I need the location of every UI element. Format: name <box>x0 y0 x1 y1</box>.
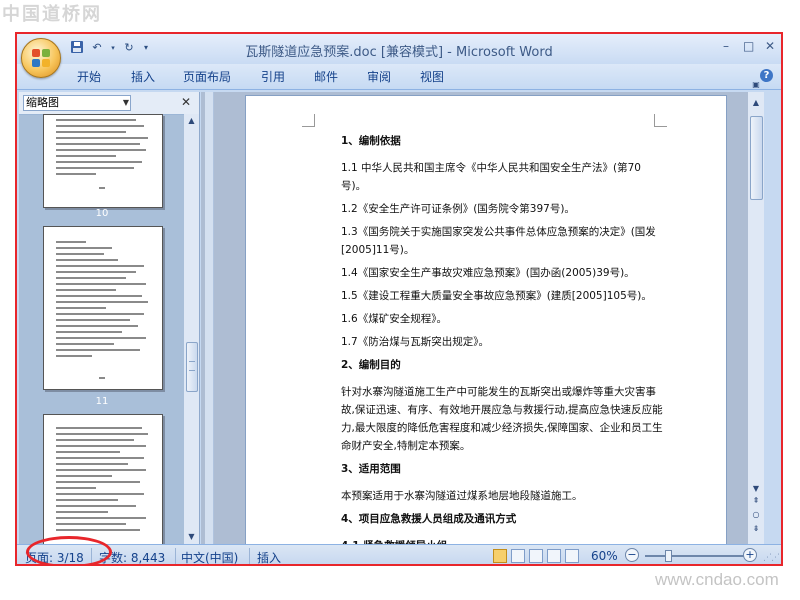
previous-page-icon[interactable]: ⇞ <box>748 496 764 505</box>
office-button[interactable] <box>21 38 61 78</box>
thumbnail-scrollbar[interactable]: ▲ ▼ <box>184 114 199 544</box>
scrollbar-thumb[interactable] <box>750 116 763 200</box>
watermark-top: 中国道桥网 <box>2 4 102 25</box>
nav-pane-title: 缩略图 <box>26 96 59 109</box>
scrollbar-thumb[interactable] <box>186 342 198 392</box>
office-logo-icon <box>32 49 50 67</box>
browse-object-icon[interactable]: ○ <box>748 510 764 519</box>
document-paragraph[interactable]: 1.4《国家安全生产事故灾难应急预案》(国办函(2005)39号)。 <box>341 264 663 282</box>
close-pane-icon[interactable]: ✕ <box>181 95 191 109</box>
thumbnail-page-11[interactable] <box>43 226 163 390</box>
maximize-icon[interactable]: □ <box>743 39 754 53</box>
nav-pane-dropdown[interactable]: 缩略图 ▼ <box>23 95 131 111</box>
web-layout-view-icon[interactable] <box>529 549 543 563</box>
tab-mailings[interactable]: 邮件 <box>314 68 338 85</box>
ribbon-tabs: 开始 插入 页面布局 引用 邮件 审阅 视图 ? <box>17 64 781 90</box>
margin-mark <box>654 114 667 127</box>
draft-view-icon[interactable] <box>565 549 579 563</box>
document-scrollbar[interactable]: ▣ ▲ ▼ ⇞ ○ ⇟ <box>748 80 764 544</box>
thumbnail-pane: 缩略图 ▼ ✕ 10 11 ▲ ▼ <box>19 92 200 556</box>
scroll-down-icon[interactable]: ▼ <box>748 484 764 493</box>
ruler-toggle-icon[interactable]: ▣ <box>748 80 764 89</box>
window-title: 瓦斯隧道应急预案.doc [兼容模式] - Microsoft Word <box>245 45 553 60</box>
next-page-icon[interactable]: ⇟ <box>748 524 764 533</box>
resize-grip-icon[interactable]: ⋰⋰ <box>763 553 780 563</box>
thumbnail-pane-header: 缩略图 ▼ ✕ <box>19 92 199 115</box>
minimize-icon[interactable]: – <box>721 39 731 53</box>
watermark-bottom: www.cndao.com <box>655 570 779 589</box>
document-heading[interactable]: 1、编制依据 <box>341 132 663 150</box>
tab-review[interactable]: 审阅 <box>367 68 391 85</box>
full-screen-reading-view-icon[interactable] <box>511 549 525 563</box>
zoom-out-icon[interactable]: − <box>625 548 639 562</box>
document-paragraph[interactable]: 1.5《建设工程重大质量安全事故应急预案》(建质[2005]105号)。 <box>341 287 663 305</box>
document-body[interactable]: 1、编制依据 1.1 中华人民共和国主席令《中华人民共和国安全生产法》(第70号)… <box>341 132 663 548</box>
insert-mode[interactable]: 插入 <box>257 549 281 564</box>
margin-mark <box>302 114 315 127</box>
tab-references[interactable]: 引用 <box>261 68 285 85</box>
document-heading[interactable]: 3、适用范围 <box>341 460 663 478</box>
window-controls: – □ ✕ <box>721 39 775 53</box>
document-paragraph[interactable]: 1.6《煤矿安全规程》。 <box>341 310 663 328</box>
document-page[interactable]: 1、编制依据 1.1 中华人民共和国主席令《中华人民共和国安全生产法》(第70号)… <box>245 95 727 549</box>
document-paragraph[interactable]: 1.3《国务院关于实施国家突发公共事件总体应急预案的决定》(国发[2005]11… <box>341 223 663 259</box>
status-bar: 页面: 3/18 字数: 8,443 中文(中国) 插入 60% − + ⋰⋰ <box>17 544 781 564</box>
scroll-up-icon[interactable]: ▲ <box>184 116 199 125</box>
vertical-ruler <box>205 92 214 544</box>
language-indicator[interactable]: 中文(中国) <box>181 549 238 564</box>
print-layout-view-icon[interactable] <box>493 549 507 563</box>
thumbnail-label: 11 <box>95 396 109 407</box>
scroll-down-icon[interactable]: ▼ <box>184 532 199 541</box>
document-paragraph[interactable]: 1.2《安全生产许可证条例》(国务院令第397号)。 <box>341 200 663 218</box>
word-window: ↶ ▾ ↻ ▾ 瓦斯隧道应急预案.doc [兼容模式] - Microsoft … <box>15 32 783 566</box>
tab-view[interactable]: 视图 <box>420 68 444 85</box>
thumbnail-label: 10 <box>95 208 109 219</box>
outline-view-icon[interactable] <box>547 549 561 563</box>
scroll-up-icon[interactable]: ▲ <box>748 98 764 107</box>
tab-page-layout[interactable]: 页面布局 <box>183 68 231 85</box>
tab-insert[interactable]: 插入 <box>131 68 155 85</box>
chevron-down-icon: ▼ <box>122 98 129 107</box>
thumbnail-page-10[interactable] <box>43 114 163 208</box>
highlight-circle <box>26 536 112 564</box>
document-area: 1、编制依据 1.1 中华人民共和国主席令《中华人民共和国安全生产法》(第70号)… <box>201 80 764 549</box>
thumbnail-page-12[interactable] <box>43 414 163 556</box>
title-bar: ↶ ▾ ↻ ▾ 瓦斯隧道应急预案.doc [兼容模式] - Microsoft … <box>17 34 781 64</box>
zoom-slider-track[interactable] <box>645 555 745 557</box>
document-paragraph[interactable]: 1.7《防治煤与瓦斯突出规定》。 <box>341 333 663 351</box>
document-paragraph[interactable]: 1.1 中华人民共和国主席令《中华人民共和国安全生产法》(第70号)。 <box>341 159 663 195</box>
close-icon[interactable]: ✕ <box>765 39 775 53</box>
tab-home[interactable]: 开始 <box>77 68 101 85</box>
document-paragraph[interactable]: 本预案适用于水寨沟隧道过煤系地层地段隧道施工。 <box>341 487 663 505</box>
document-paragraph[interactable]: 针对水寨沟隧道施工生产中可能发生的瓦斯突出或爆炸等重大灾害事故,保证迅速、有序、… <box>341 383 663 455</box>
zoom-level[interactable]: 60% <box>591 549 618 563</box>
zoom-in-icon[interactable]: + <box>743 548 757 562</box>
zoom-slider-handle[interactable] <box>665 550 672 562</box>
document-heading[interactable]: 2、编制目的 <box>341 356 663 374</box>
document-heading[interactable]: 4、项目应急救援人员组成及通讯方式 <box>341 510 663 528</box>
